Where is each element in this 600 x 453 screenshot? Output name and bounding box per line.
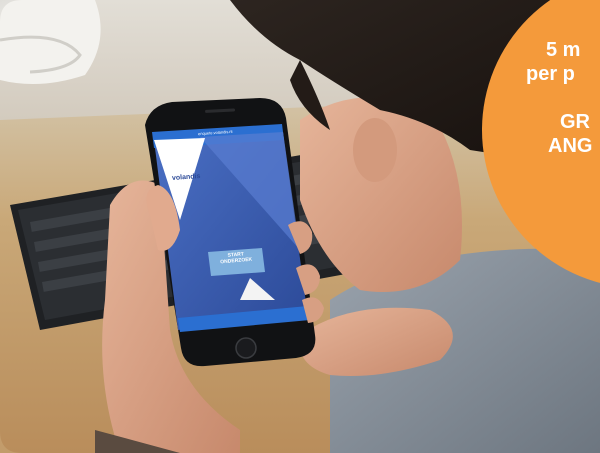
badge-line-3: GR (560, 111, 590, 133)
badge-line-4: ANG (548, 135, 593, 157)
home-button[interactable] (235, 337, 257, 359)
photo-illustration (0, 0, 600, 453)
photo-scene: enquete.volandis.nl volandis START ONDER… (0, 0, 600, 453)
badge-line-2: per p (526, 63, 575, 85)
badge-text: 5 m per p GR ANG (516, 38, 600, 158)
badge-line-1: 5 m (546, 39, 581, 61)
